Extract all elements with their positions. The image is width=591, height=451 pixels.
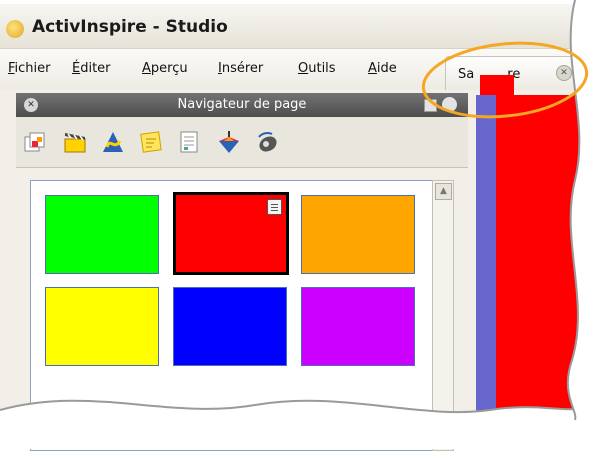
app-window: ActivInspire - Studio Fichier Éditer Ape… xyxy=(0,0,591,451)
highlight-oval xyxy=(421,41,589,119)
